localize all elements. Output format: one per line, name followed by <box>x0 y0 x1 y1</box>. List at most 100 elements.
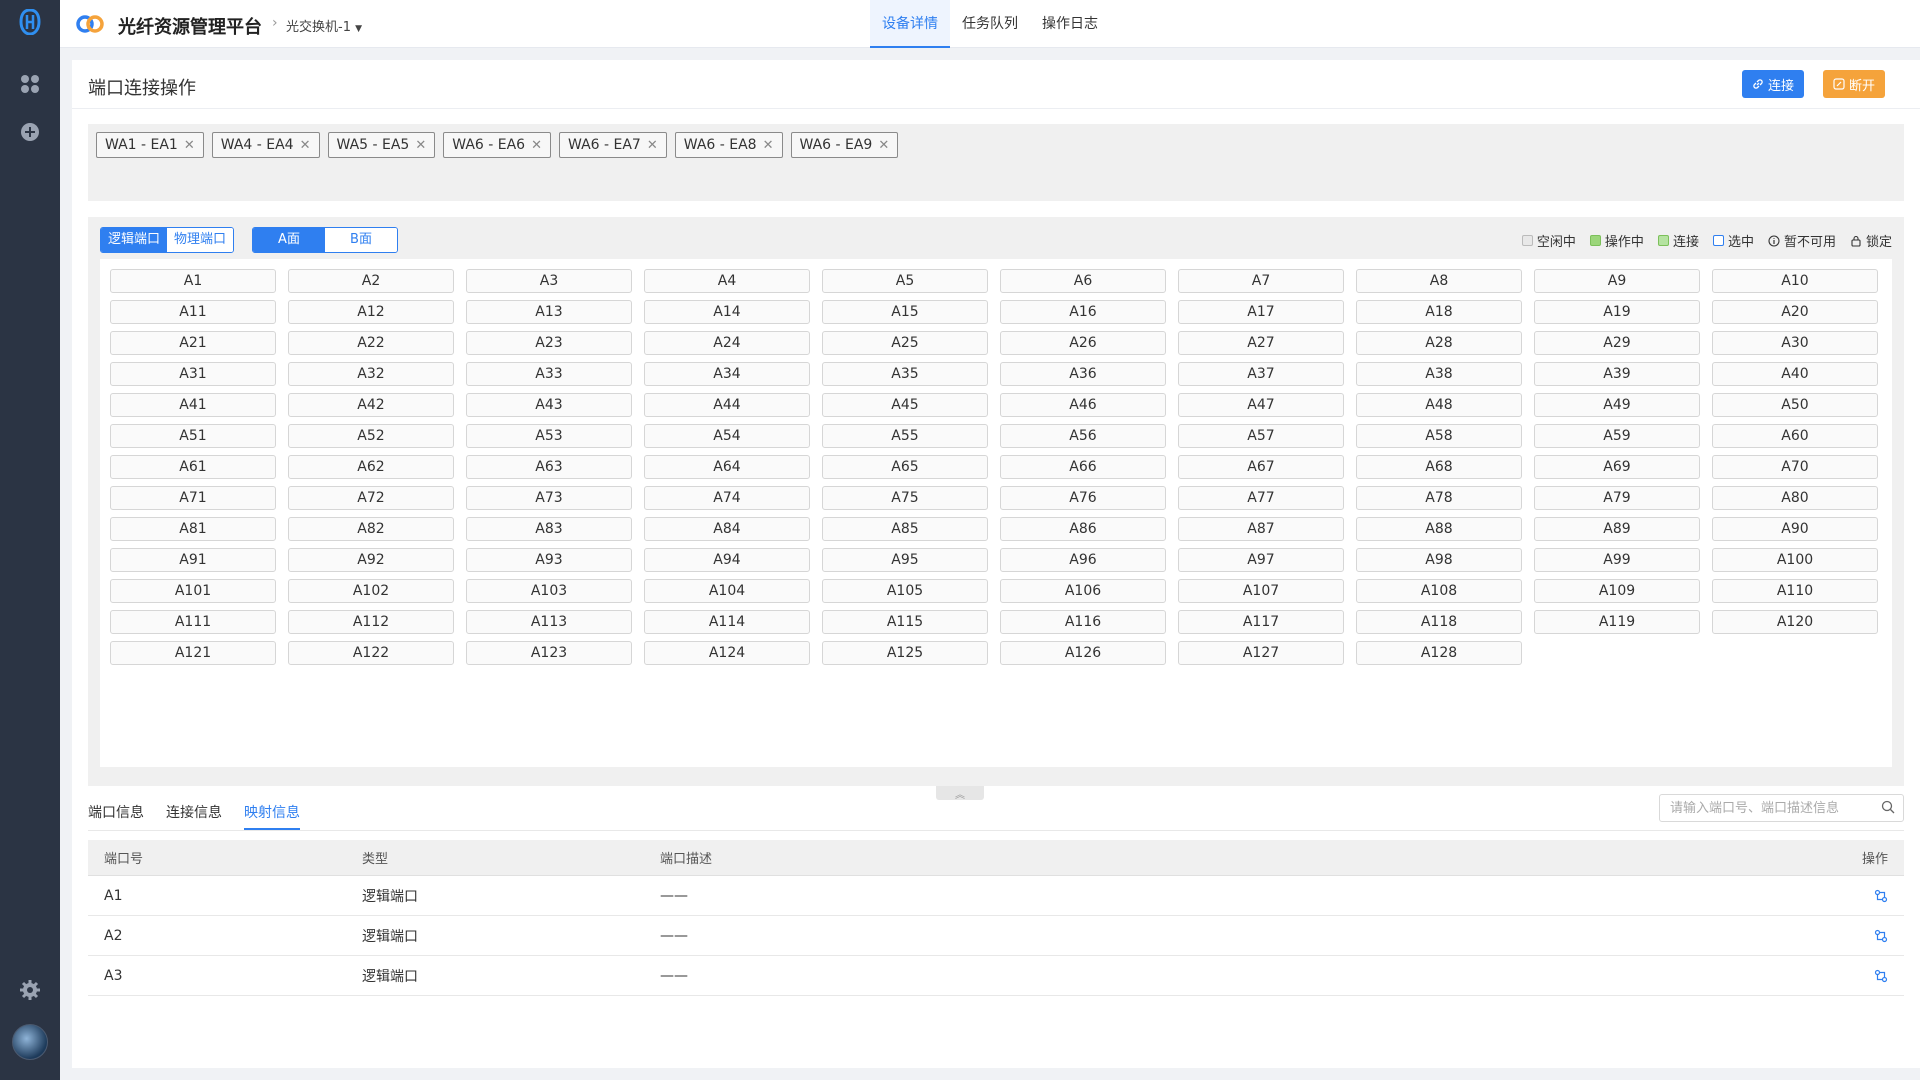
port-button[interactable]: A110 <box>1712 579 1878 603</box>
port-button[interactable]: A43 <box>466 393 632 417</box>
port-button[interactable]: A62 <box>288 455 454 479</box>
port-button[interactable]: A36 <box>1000 362 1166 386</box>
port-button[interactable]: A102 <box>288 579 454 603</box>
physical-port-option[interactable]: 物理端口 <box>167 228 234 252</box>
tab-mapping-info[interactable]: 映射信息 <box>244 796 300 830</box>
port-button[interactable]: A6 <box>1000 269 1166 293</box>
port-button[interactable]: A11 <box>110 300 276 324</box>
port-button[interactable]: A46 <box>1000 393 1166 417</box>
add-circle-icon[interactable] <box>18 120 42 144</box>
port-button[interactable]: A128 <box>1356 641 1522 665</box>
port-button[interactable]: A73 <box>466 486 632 510</box>
port-button[interactable]: A4 <box>644 269 810 293</box>
port-button[interactable]: A17 <box>1178 300 1344 324</box>
port-button[interactable]: A107 <box>1178 579 1344 603</box>
port-button[interactable]: A125 <box>822 641 988 665</box>
port-button[interactable]: A124 <box>644 641 810 665</box>
dashboard-icon[interactable] <box>18 72 42 96</box>
port-button[interactable]: A101 <box>110 579 276 603</box>
tab-connection-info[interactable]: 连接信息 <box>166 796 222 830</box>
face-b-option[interactable]: B面 <box>325 228 397 252</box>
port-button[interactable]: A86 <box>1000 517 1166 541</box>
port-button[interactable]: A18 <box>1356 300 1522 324</box>
port-button[interactable]: A64 <box>644 455 810 479</box>
port-button[interactable]: A54 <box>644 424 810 448</box>
port-button[interactable]: A100 <box>1712 548 1878 572</box>
port-button[interactable]: A34 <box>644 362 810 386</box>
port-button[interactable]: A112 <box>288 610 454 634</box>
port-button[interactable]: A71 <box>110 486 276 510</box>
port-button[interactable]: A85 <box>822 517 988 541</box>
port-button[interactable]: A104 <box>644 579 810 603</box>
port-button[interactable]: A99 <box>1534 548 1700 572</box>
port-button[interactable]: A84 <box>644 517 810 541</box>
connection-tag[interactable]: WA4 - EA4 ✕ <box>211 132 320 158</box>
port-button[interactable]: A21 <box>110 331 276 355</box>
connection-tag[interactable]: WA6 - EA7 ✕ <box>559 132 667 158</box>
port-button[interactable]: A45 <box>822 393 988 417</box>
tab-operation-log[interactable]: 操作日志 <box>1030 0 1110 48</box>
port-button[interactable]: A80 <box>1712 486 1878 510</box>
port-button[interactable]: A51 <box>110 424 276 448</box>
port-button[interactable]: A7 <box>1178 269 1344 293</box>
port-button[interactable]: A114 <box>644 610 810 634</box>
port-button[interactable]: A20 <box>1712 300 1878 324</box>
port-button[interactable]: A93 <box>466 548 632 572</box>
close-icon[interactable]: ✕ <box>763 138 774 153</box>
port-button[interactable]: A1 <box>110 269 276 293</box>
app-logo-icon[interactable] <box>18 9 42 35</box>
port-button[interactable]: A103 <box>466 579 632 603</box>
port-button[interactable]: A120 <box>1712 610 1878 634</box>
port-button[interactable]: A68 <box>1356 455 1522 479</box>
port-button[interactable]: A123 <box>466 641 632 665</box>
close-icon[interactable]: ✕ <box>647 138 658 153</box>
port-button[interactable]: A91 <box>110 548 276 572</box>
port-button[interactable]: A59 <box>1534 424 1700 448</box>
connection-tag[interactable]: WA5 - EA5 ✕ <box>327 132 436 158</box>
port-button[interactable]: A119 <box>1534 610 1700 634</box>
port-button[interactable]: A42 <box>288 393 454 417</box>
collapse-panel-handle[interactable]: ︽ <box>936 786 984 801</box>
port-button[interactable]: A38 <box>1356 362 1522 386</box>
port-button[interactable]: A72 <box>288 486 454 510</box>
port-button[interactable]: A22 <box>288 331 454 355</box>
port-button[interactable]: A3 <box>466 269 632 293</box>
port-button[interactable]: A35 <box>822 362 988 386</box>
port-button[interactable]: A50 <box>1712 393 1878 417</box>
port-button[interactable]: A26 <box>1000 331 1166 355</box>
port-button[interactable]: A8 <box>1356 269 1522 293</box>
port-button[interactable]: A88 <box>1356 517 1522 541</box>
tab-task-queue[interactable]: 任务队列 <box>950 0 1030 48</box>
search-icon[interactable] <box>1881 800 1895 814</box>
face-a-option[interactable]: A面 <box>253 228 325 252</box>
port-button[interactable]: A48 <box>1356 393 1522 417</box>
connection-tag[interactable]: WA6 - EA8 ✕ <box>674 132 783 158</box>
port-button[interactable]: A15 <box>822 300 988 324</box>
port-button[interactable]: A109 <box>1534 579 1700 603</box>
tab-device-detail[interactable]: 设备详情 <box>870 0 950 48</box>
port-button[interactable]: A118 <box>1356 610 1522 634</box>
connect-button[interactable]: 连接 <box>1742 70 1805 98</box>
port-button[interactable]: A41 <box>110 393 276 417</box>
close-icon[interactable]: ✕ <box>878 138 889 153</box>
port-button[interactable]: A52 <box>288 424 454 448</box>
port-button[interactable]: A81 <box>110 517 276 541</box>
close-icon[interactable]: ✕ <box>300 138 311 153</box>
port-button[interactable]: A31 <box>110 362 276 386</box>
port-button[interactable]: A24 <box>644 331 810 355</box>
connection-tag[interactable]: WA6 - EA9 ✕ <box>790 132 899 158</box>
port-button[interactable]: A87 <box>1178 517 1344 541</box>
port-button[interactable]: A113 <box>466 610 632 634</box>
port-button[interactable]: A82 <box>288 517 454 541</box>
port-button[interactable]: A56 <box>1000 424 1166 448</box>
port-button[interactable]: A9 <box>1534 269 1700 293</box>
port-button[interactable]: A55 <box>822 424 988 448</box>
port-button[interactable]: A117 <box>1178 610 1344 634</box>
port-button[interactable]: A70 <box>1712 455 1878 479</box>
tab-port-info[interactable]: 端口信息 <box>88 796 144 830</box>
device-selector[interactable]: 光交换机-1 ▼ <box>286 16 362 35</box>
port-button[interactable]: A67 <box>1178 455 1344 479</box>
settings-gear-icon[interactable] <box>18 978 42 1002</box>
port-button[interactable]: A30 <box>1712 331 1878 355</box>
close-icon[interactable]: ✕ <box>184 138 195 153</box>
